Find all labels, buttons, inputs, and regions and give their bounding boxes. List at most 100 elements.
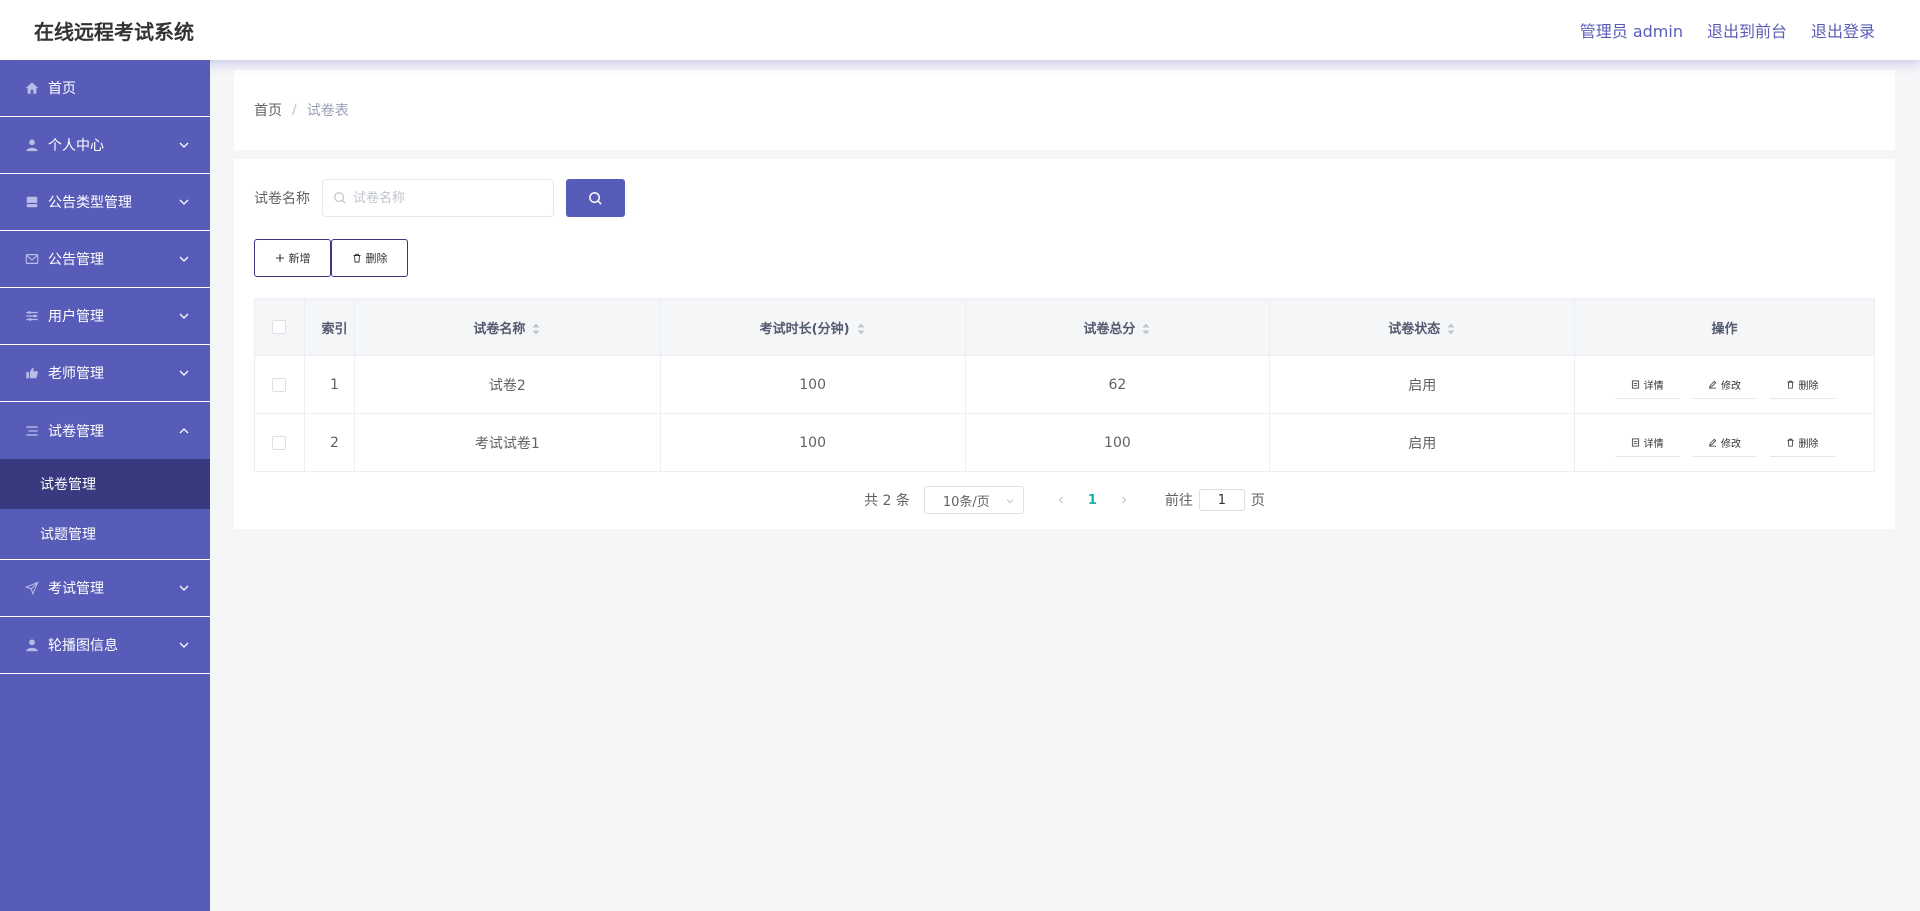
search-input[interactable] [353,190,543,206]
sidebar-item-papers[interactable]: 试卷管理 [0,402,210,459]
search-icon [334,192,346,204]
cell-name: 考试试卷1 [353,413,661,472]
sidebar-item-label: 老师管理 [48,366,104,382]
batch-delete-button[interactable]: 删除 [331,239,408,277]
header-actions: 管理员 admin 退出到前台 退出登录 [1580,0,1875,60]
table-header-row: 索引 试卷名称 考试时长(分钟) 试卷总分 试卷状态 操作 [254,298,1875,356]
column-header-score[interactable]: 试卷总分 [964,298,1271,356]
sidebar-item-notice-type[interactable]: 公告类型管理 [0,174,210,231]
delete-button-label: 删除 [1798,380,1819,392]
row-checkbox[interactable] [272,435,287,450]
search-bar: 试卷名称 [254,179,625,217]
cell-actions: 详情 修改 删除 [1574,355,1875,414]
sidebar-subitem-question-manage[interactable]: 试题管理 [0,509,210,559]
sort-icon[interactable] [531,322,541,336]
row-select-cell [254,413,305,472]
logout-link[interactable]: 退出登录 [1811,18,1875,42]
chevron-down-icon [179,642,189,648]
column-header-name[interactable]: 试卷名称 [353,298,661,356]
trash-icon [1786,380,1794,389]
edit-button[interactable]: 修改 [1692,370,1758,399]
cell-index: 2 [303,413,355,472]
chevron-down-icon [179,256,189,262]
edit-icon [1708,380,1717,389]
delete-button[interactable]: 删除 [1769,428,1835,457]
sort-icon[interactable] [1141,322,1151,336]
sidebar-item-profile[interactable]: 个人中心 [0,117,210,174]
column-header-duration[interactable]: 考试时长(分钟) [659,298,966,356]
list-icon [24,423,40,439]
main-content: 首页 / 试卷表 试卷名称 新增 删除 [234,70,1895,529]
sidebar-item-home[interactable]: 首页 [0,60,210,117]
cell-status: 启用 [1269,413,1576,472]
page-size-value: 10条/页 [942,494,990,510]
page-size-select[interactable]: 10条/页 [923,486,1024,514]
sort-icon[interactable] [856,322,866,336]
document-icon [1631,437,1639,447]
sidebar-item-label: 试卷管理 [48,423,104,440]
column-header-label: 试卷名称 [473,321,526,337]
sidebar-item-label: 公告类型管理 [48,195,132,211]
mail-icon [24,251,40,267]
search-button[interactable] [566,179,625,217]
content-card: 试卷名称 新增 删除 [234,159,1895,529]
pagination: 共 2 条 10条/页 1 前往 页 [234,486,1895,514]
sidebar-item-users[interactable]: 用户管理 [0,288,210,345]
row-checkbox[interactable] [272,377,287,392]
sidebar-item-exams[interactable]: 考试管理 [0,560,210,617]
column-header-actions: 操作 [1574,298,1875,356]
exit-to-front-link[interactable]: 退出到前台 [1707,18,1787,42]
goto-page-input[interactable] [1198,489,1245,511]
chevron-down-icon [179,199,189,205]
send-icon [24,580,40,596]
detail-button[interactable]: 详情 [1614,370,1680,399]
detail-button-label: 详情 [1643,380,1664,392]
sidebar-item-teachers[interactable]: 老师管理 [0,345,210,402]
cell-score: 100 [964,413,1271,472]
breadcrumb: 首页 / 试卷表 [234,70,1895,150]
edit-button[interactable]: 修改 [1692,428,1758,457]
next-page-icon[interactable] [1119,495,1129,505]
sidebar-item-label: 首页 [48,81,76,97]
table-row: 2 考试试卷1 100 100 启用 详情 修改 删除 [254,413,1875,472]
chevron-up-icon [179,427,189,433]
search-label: 试卷名称 [254,191,310,207]
user-icon [24,137,40,153]
person-icon [24,637,40,653]
column-header-status[interactable]: 试卷状态 [1269,298,1576,356]
breadcrumb-current: 试卷表 [306,103,349,119]
current-user: 管理员 admin [1579,22,1683,41]
prev-page-icon[interactable] [1056,495,1066,505]
delete-button[interactable]: 删除 [1769,370,1835,399]
sidebar-subitem-paper-manage[interactable]: 试卷管理 [0,459,210,509]
add-button-label: 新增 [288,252,311,265]
row-select-cell [254,355,305,414]
sliders-icon [24,308,40,324]
add-button[interactable]: 新增 [254,239,331,277]
cell-duration: 100 [659,413,966,472]
goto-page: 前往 页 [1165,489,1265,511]
sidebar-item-label: 公告管理 [48,252,104,268]
papers-table: 索引 试卷名称 考试时长(分钟) 试卷总分 试卷状态 操作 1 试卷2 100 … [254,298,1875,472]
chevron-down-icon [179,585,189,591]
cell-status: 启用 [1269,355,1576,414]
sidebar-item-label: 个人中心 [48,138,104,154]
sidebar: 首页 个人中心 公告类型管理 公告管理 用户管理 老师管理 试卷管理 试卷管理 … [0,60,210,911]
sidebar-item-label: 轮播图信息 [48,638,118,654]
chevron-down-icon [1006,499,1014,504]
column-header-index: 索引 [303,298,355,356]
detail-button[interactable]: 详情 [1614,428,1680,457]
sort-icon[interactable] [1446,322,1456,336]
delete-button-label: 删除 [365,252,388,265]
inbox-icon [24,194,40,210]
pagination-total: 共 2 条 [864,493,910,509]
sidebar-item-notice[interactable]: 公告管理 [0,231,210,288]
select-all-checkbox[interactable] [272,320,287,334]
chevron-down-icon [179,313,189,319]
trash-icon [1786,438,1794,447]
breadcrumb-home[interactable]: 首页 [254,100,282,120]
document-icon [1631,379,1639,389]
delete-button-label: 删除 [1798,438,1819,450]
sidebar-item-carousel[interactable]: 轮播图信息 [0,617,210,674]
page-number-current[interactable]: 1 [1088,493,1097,508]
